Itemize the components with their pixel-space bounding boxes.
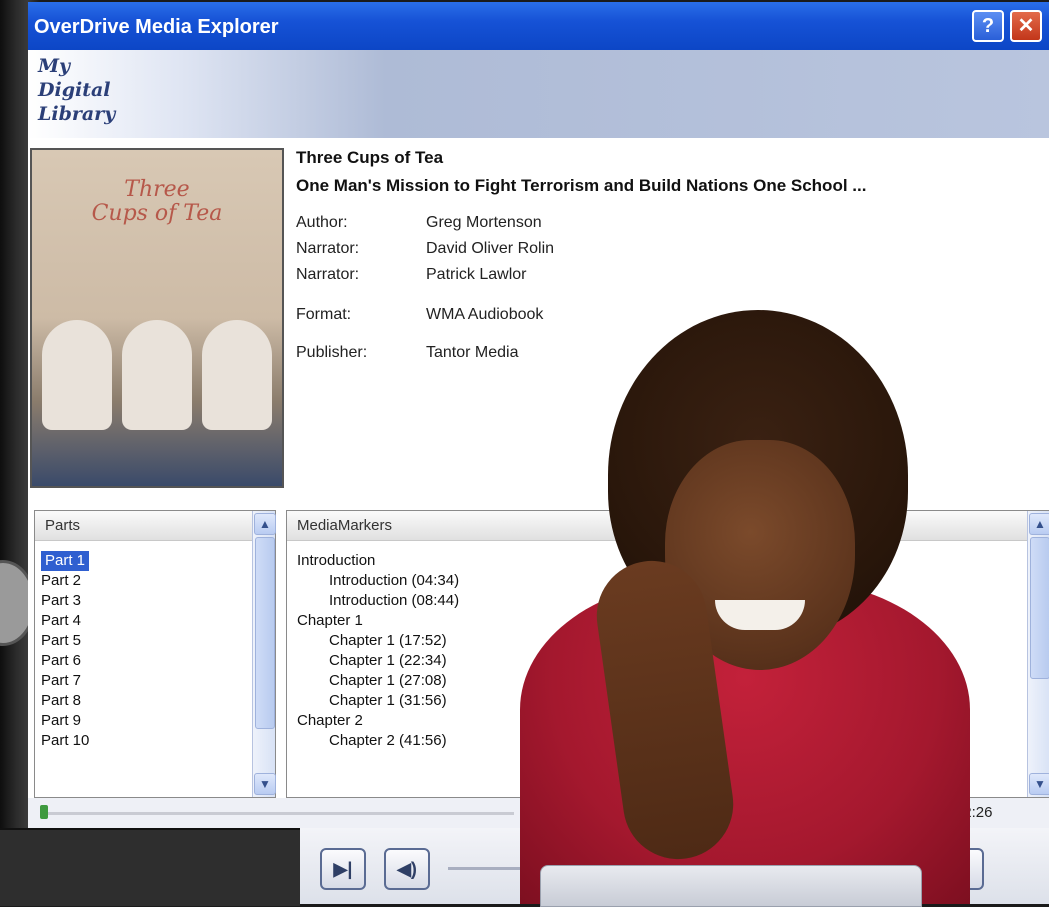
parts-items: Part 1 Part 2 Part 3 Part 4 Part 5 Part …	[39, 551, 249, 751]
parts-list[interactable]: Parts Part 1 Part 2 Part 3 Part 4 Part 5…	[34, 510, 276, 798]
my-digital-library-logo: My Digital Library	[38, 54, 115, 126]
seek-handle[interactable]	[40, 805, 48, 819]
next-track-button[interactable]: ▶|	[320, 848, 366, 890]
cover-title: Three Cups of Tea	[32, 178, 282, 226]
scroll-thumb[interactable]	[255, 537, 275, 729]
part-item[interactable]: Part 10	[39, 731, 249, 751]
woman-photo-overlay	[460, 300, 1049, 907]
part-item[interactable]: Part 3	[39, 591, 249, 611]
laptop	[540, 865, 922, 907]
part-item[interactable]: Part 8	[39, 691, 249, 711]
cover-figure	[122, 320, 192, 430]
parts-scrollbar[interactable]: ▲ ▼	[252, 511, 276, 797]
book-title: Three Cups of Tea	[296, 148, 444, 167]
part-item[interactable]: Part 2	[39, 571, 249, 591]
part-item[interactable]: Part 7	[39, 671, 249, 691]
cover-title-line: Three	[124, 177, 190, 202]
parts-header[interactable]: Parts	[35, 511, 275, 541]
volume-icon[interactable]: ◀)	[384, 848, 430, 890]
meta-label: Narrator:	[296, 240, 360, 257]
part-item[interactable]: Part 6	[39, 651, 249, 671]
meta-value: Patrick Lawlor	[426, 266, 527, 283]
seek-track[interactable]	[44, 812, 514, 815]
cover-figure	[42, 320, 112, 430]
help-button[interactable]: ?	[972, 10, 1004, 42]
meta-label: Narrator:	[296, 266, 360, 283]
book-cover-image: Three Cups of Tea	[30, 148, 284, 488]
title-bar: OverDrive Media Explorer ? ✕	[28, 2, 1049, 50]
logo-line: Digital	[38, 79, 111, 101]
meta-label: Format:	[296, 306, 352, 323]
meta-value: David Oliver Rolin	[426, 240, 555, 257]
scroll-up-button[interactable]: ▲	[254, 513, 276, 535]
meta-label: Author:	[296, 214, 348, 231]
library-banner: My Digital Library	[28, 50, 1049, 140]
meta-value: Greg Mortenson	[426, 214, 542, 231]
meta-label: Publisher:	[296, 344, 368, 361]
part-item[interactable]: Part 5	[39, 631, 249, 651]
logo-line: Library	[38, 103, 116, 125]
scroll-down-button[interactable]: ▼	[254, 773, 276, 795]
logo-line: My	[38, 55, 71, 77]
overlay-dark-box	[0, 828, 300, 906]
window-title: OverDrive Media Explorer	[34, 16, 279, 38]
part-item[interactable]: Part 1	[39, 551, 249, 571]
part-item[interactable]: Part 9	[39, 711, 249, 731]
close-button[interactable]: ✕	[1010, 10, 1042, 42]
cover-figure	[202, 320, 272, 430]
cover-title-line: Cups of Tea	[91, 201, 223, 226]
part-item[interactable]: Part 4	[39, 611, 249, 631]
book-subtitle: One Man's Mission to Fight Terrorism and…	[296, 176, 867, 195]
part-item-label: Part 1	[41, 551, 90, 571]
